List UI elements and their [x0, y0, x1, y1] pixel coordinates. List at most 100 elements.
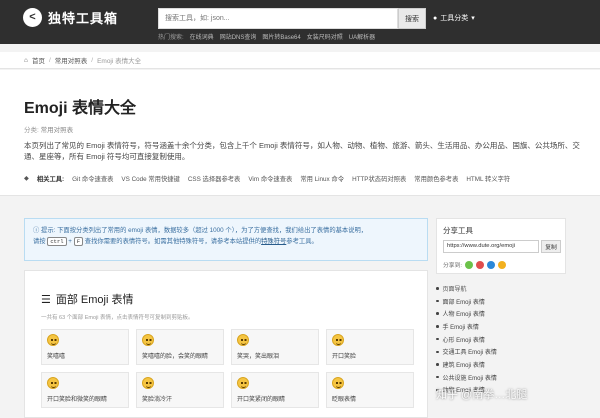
page-description: 本页列出了常见的 Emoji 表情符号，符号涵盖十余个分类，包含上千个 Emoj…	[24, 141, 580, 161]
qzone-icon[interactable]	[498, 260, 507, 269]
ctrl-key: ctrl	[47, 237, 67, 246]
emoji-card[interactable]: 笑嘻嘻	[41, 329, 129, 365]
breadcrumb-home[interactable]: 首页	[32, 55, 45, 65]
tip-line1: 提示: 下面按分类列出了常用的 emoji 表情，数据较多（超过 1000 个）…	[41, 227, 368, 234]
emoji-card[interactable]: 笑哭，笑出眼泪	[231, 329, 319, 365]
category-link[interactable]: 常用对照表	[41, 127, 74, 134]
related-tool-link[interactable]: VS Code 常用快捷键	[121, 174, 179, 183]
smiley-face-icon	[142, 334, 154, 346]
related-tool-link[interactable]: Git 命令速查表	[72, 174, 113, 183]
smiley-face-icon	[237, 334, 249, 346]
hot-link[interactable]: 在线词典	[190, 32, 214, 41]
emoji-name: 眨眼表情	[332, 397, 357, 403]
nav-item[interactable]: 人物 Emoji 表情	[436, 307, 566, 320]
bullet-icon	[436, 350, 439, 354]
tools-category-dropdown[interactable]: ● 工具分类 ▾	[433, 13, 475, 23]
emoji-name: 笑哭，笑出眼泪	[237, 354, 280, 360]
breadcrumb-separator: /	[48, 56, 51, 64]
nav-item[interactable]: 公共设施 Emoji 表情	[436, 371, 566, 384]
nav-item-label: 公共设施 Emoji 表情	[442, 375, 497, 382]
caret-down-icon: ▾	[471, 15, 475, 22]
category-label: 分类:	[24, 127, 39, 134]
section-title: ☰ 面部 Emoji 表情	[41, 291, 134, 307]
logo-mark: <	[29, 11, 36, 23]
nav-item-label: 人物 Emoji 表情	[442, 312, 485, 319]
related-tool-link[interactable]: CSS 选择器参考表	[188, 174, 240, 183]
tip-alert: ⓘ 提示: 下面按分类列出了常用的 emoji 表情，数据较多（超过 1000 …	[24, 218, 428, 261]
hot-searches-label: 热门搜索:	[158, 35, 184, 41]
nav-item-label: 面部 Emoji 表情	[442, 299, 485, 306]
watermark: 知乎 @南拳…北腿	[436, 389, 528, 401]
emoji-card[interactable]: 开口笑脸	[326, 329, 414, 365]
wechat-icon[interactable]	[465, 260, 474, 269]
nav-item-label: 手 Emoji 表情	[442, 324, 479, 331]
nav-item[interactable]: 面部 Emoji 表情	[436, 295, 566, 308]
info-icon: ⓘ	[33, 227, 40, 234]
logo-badge-icon: <	[23, 8, 42, 27]
section-subtitle: 一共有 63 个面部 Emoji 表情，点击表情符号可复制到剪贴板。	[41, 315, 194, 321]
weibo-icon[interactable]	[476, 260, 485, 269]
hot-searches: 热门搜索: 在线词典 网站DNS查询 图片转Base64 女装尺码对照 UA解析…	[158, 32, 375, 41]
bullet-icon	[436, 325, 439, 328]
breadcrumb: ⌂ 首页 / 常用对照表 / Emoji 表情大全	[0, 52, 600, 69]
search-button[interactable]: 搜索	[398, 8, 426, 29]
plus-sign: +	[68, 238, 72, 245]
smiley-face-icon	[142, 377, 154, 389]
emoji-grid: 笑嘻嘻 笑嘻嘻的脸，会笑的眼睛 笑哭，笑出眼泪 开口笑脸 开口笑脸和微笑的眼睛 …	[41, 329, 414, 408]
breadcrumb-separator: /	[91, 56, 94, 64]
bullet-icon	[436, 363, 439, 366]
emoji-name: 开口笑紧闭的眼睛	[237, 397, 286, 403]
emoji-card[interactable]: 开口笑紧闭的眼睛	[231, 372, 319, 408]
share-to-label: 分享到:	[443, 263, 463, 269]
site-logo[interactable]: < 独特工具箱	[23, 8, 118, 27]
smiley-face-icon	[47, 377, 59, 389]
page-header: Emoji 表情大全 分类: 常用对照表 本页列出了常见的 Emoji 表情符号…	[0, 70, 600, 196]
emoji-card[interactable]: 笑脸淌冷汗	[136, 372, 224, 408]
emoji-name: 开口笑脸和微笑的眼睛	[47, 397, 108, 403]
nav-item[interactable]: 交通工具 Emoji 表情	[436, 345, 566, 358]
nav-title-text: 页面导航	[442, 286, 467, 293]
nav-item-label: 交通工具 Emoji 表情	[442, 350, 497, 357]
smiley-face-icon	[332, 377, 344, 389]
related-tool-link[interactable]: HTML 转义字符	[466, 174, 510, 183]
hot-link[interactable]: 图片转Base64	[262, 32, 300, 41]
nav-item-label: 心形 Emoji 表情	[442, 337, 485, 344]
copy-button[interactable]: 复制	[541, 240, 561, 253]
emoji-section-face: ☰ 面部 Emoji 表情 一共有 63 个面部 Emoji 表情，点击表情符号…	[24, 270, 428, 418]
tip-press: 请按	[33, 238, 46, 245]
emoji-name: 开口笑脸	[332, 354, 357, 360]
qq-icon[interactable]	[487, 260, 496, 269]
nav-item[interactable]: 手 Emoji 表情	[436, 320, 566, 333]
site-name: 独特工具箱	[48, 11, 119, 26]
related-tool-link[interactable]: Vim 命令速查表	[248, 174, 292, 183]
search-input[interactable]	[158, 8, 398, 29]
emoji-card[interactable]: 开口笑脸和微笑的眼睛	[41, 372, 129, 408]
hot-link[interactable]: UA解析器	[349, 32, 375, 41]
related-tool-link[interactable]: HTTP状态码对照表	[352, 174, 406, 183]
smiley-face-icon	[237, 377, 249, 389]
hot-link[interactable]: 女装尺码对照	[307, 32, 343, 41]
share-to: 分享到:	[443, 260, 507, 269]
breadcrumb-parent[interactable]: 常用对照表	[55, 55, 88, 65]
related-tool-link[interactable]: 常用 Linux 命令	[300, 174, 344, 183]
nav-item[interactable]: 心形 Emoji 表情	[436, 333, 566, 346]
related-tool-link[interactable]: 常用颜色参考表	[414, 174, 458, 183]
special-symbols-link[interactable]: 特殊符号	[261, 238, 286, 245]
share-title: 分享工具	[443, 226, 473, 235]
share-url-field[interactable]: https://www.dute.org/emoji	[443, 240, 539, 253]
emoji-name: 笑嘻嘻的脸，会笑的眼睛	[142, 354, 209, 360]
emoji-card[interactable]: 眨眼表情	[326, 372, 414, 408]
nav-item[interactable]: 建筑 Emoji 表情	[436, 358, 566, 371]
nav-title: 页面导航	[436, 282, 566, 295]
emoji-card[interactable]: 笑嘻嘻的脸，会笑的眼睛	[136, 329, 224, 365]
location-pin-icon: ●	[433, 14, 438, 22]
tip-line2-mid: 查找你需要的表情符号。如需其他特殊符号，请参考本站提供的	[84, 238, 262, 245]
page-title: Emoji 表情大全	[24, 100, 137, 117]
tools-category-label: 工具分类	[440, 15, 469, 22]
top-navbar: < 独特工具箱 搜索 ● 工具分类 ▾ 热门搜索: 在线词典 网站DNS查询 图…	[0, 0, 600, 44]
bullet-icon	[436, 337, 439, 341]
f-key: F	[73, 237, 84, 246]
bullet-icon	[436, 287, 439, 290]
smiley-face-icon	[332, 334, 344, 346]
hot-link[interactable]: 网站DNS查询	[220, 32, 257, 41]
